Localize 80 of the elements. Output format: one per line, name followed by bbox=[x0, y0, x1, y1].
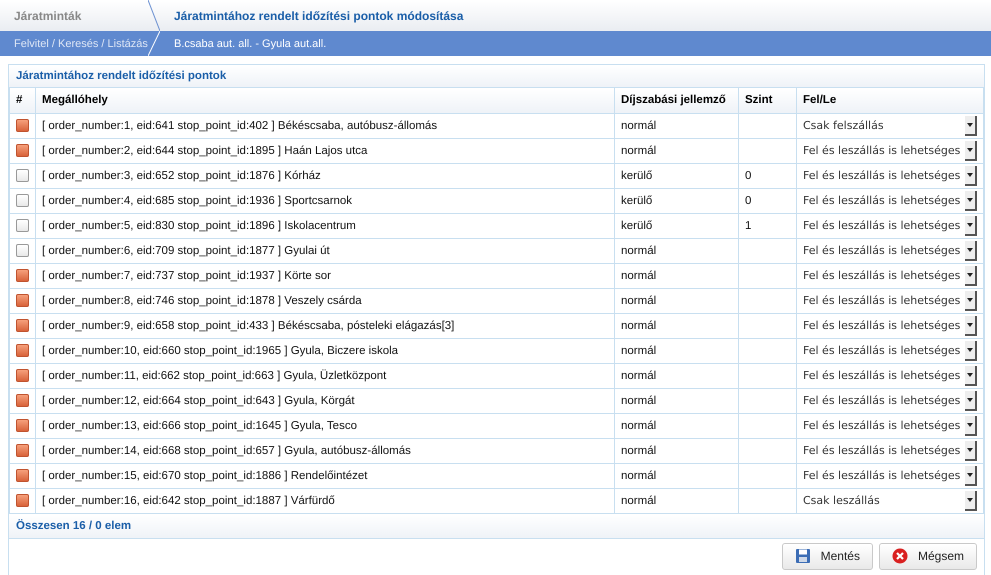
caret-icon bbox=[967, 222, 973, 226]
divider-line bbox=[148, 31, 160, 56]
caret-icon bbox=[967, 148, 973, 152]
table-cell: normál bbox=[614, 463, 738, 488]
column-header: Díjszabási jellemző bbox=[614, 88, 738, 113]
save-button[interactable]: Mentés bbox=[782, 542, 873, 570]
table-cell: 1 bbox=[738, 213, 796, 238]
caret-icon bbox=[967, 248, 973, 252]
caret-icon bbox=[967, 372, 973, 376]
table-cell: [ order_number:10, eid:660 stop_point_id:1965 ] Gyula, Biczere iskola bbox=[36, 338, 614, 363]
table-cell: normál bbox=[614, 488, 738, 513]
tab[interactable]: Járatmintához rendelt időzítési pontok módosítása bbox=[160, 0, 478, 31]
checkbox[interactable] bbox=[16, 294, 29, 307]
checkbox[interactable] bbox=[16, 319, 29, 332]
column-header: Szint bbox=[738, 88, 796, 113]
table-cell: 0 bbox=[738, 163, 796, 188]
table-cell: kerülő bbox=[614, 188, 738, 213]
checkbox[interactable] bbox=[16, 219, 29, 232]
checkbox[interactable] bbox=[16, 144, 29, 157]
table-cell: [ order_number:9, eid:658 stop_point_id:433 ] Békéscsaba, pósteleki elágazás[3] bbox=[36, 313, 614, 338]
table-cell: [ order_number:6, eid:709 stop_point_id:1877 ] Gyulai út bbox=[36, 238, 614, 263]
checkbox[interactable] bbox=[16, 469, 29, 482]
table-cell: [ order_number:2, eid:644 stop_point_id:1895 ] Haán Lajos utca bbox=[36, 138, 614, 163]
column-header: Megállóhely bbox=[36, 88, 614, 113]
table-cell: normál bbox=[614, 288, 738, 313]
caret-icon bbox=[967, 198, 973, 202]
summary-text: Összesen 16 / 0 elem bbox=[9, 514, 984, 538]
table-cell: normál bbox=[614, 388, 738, 413]
column-header: # bbox=[10, 88, 36, 113]
caret-icon bbox=[967, 172, 973, 176]
table-cell: [ order_number:12, eid:664 stop_point_id:643 ] Gyula, Körgát bbox=[36, 388, 614, 413]
caret-icon bbox=[967, 498, 973, 502]
table-cell: [ order_number:5, eid:830 stop_point_id:1896 ] Iskolacentrum bbox=[36, 213, 614, 238]
caret-icon bbox=[967, 472, 973, 476]
table-cell: [ order_number:4, eid:685 stop_point_id:1936 ] Sportcsarnok bbox=[36, 188, 614, 213]
checkbox[interactable] bbox=[16, 494, 29, 507]
table-cell: [ order_number:14, eid:668 stop_point_id:657 ] Gyula, autóbusz-állomás bbox=[36, 438, 614, 463]
table-cell: [ order_number:8, eid:746 stop_point_id:1878 ] Veszely csárda bbox=[36, 288, 614, 313]
checkbox[interactable] bbox=[16, 169, 29, 182]
column-header: Fel/Le bbox=[796, 88, 984, 113]
caret-icon bbox=[967, 298, 973, 302]
table-cell: 0 bbox=[738, 188, 796, 213]
checkbox[interactable] bbox=[16, 369, 29, 382]
close-icon bbox=[892, 548, 908, 564]
checkbox[interactable] bbox=[16, 194, 29, 207]
checkbox[interactable] bbox=[16, 244, 29, 257]
caret-icon bbox=[967, 398, 973, 402]
breadcrumb: B.csaba aut. all. - Gyula aut.all. bbox=[173, 38, 328, 50]
table-cell: [ order_number:11, eid:662 stop_point_id:663 ] Gyula, Üzletközpont bbox=[36, 363, 614, 388]
table-cell: [ order_number:3, eid:652 stop_point_id:1876 ] Kórház bbox=[36, 163, 614, 188]
table-cell: [ order_number:16, eid:642 stop_point_id:1887 ] Várfürdő bbox=[36, 488, 614, 513]
table-cell: [ order_number:13, eid:666 stop_point_id:1645 ] Gyula, Tesco bbox=[36, 413, 614, 438]
caret-icon bbox=[967, 448, 973, 452]
table-cell: normál bbox=[614, 238, 738, 263]
caret-icon bbox=[967, 122, 973, 126]
table-cell: normál bbox=[614, 338, 738, 363]
table-cell: normál bbox=[614, 313, 738, 338]
checkbox[interactable] bbox=[16, 344, 29, 357]
caret-icon bbox=[967, 422, 973, 426]
cancel-button[interactable]: Mégsem bbox=[878, 542, 977, 570]
checkbox[interactable] bbox=[16, 419, 29, 432]
table-cell: normál bbox=[614, 138, 738, 163]
table-cell: [ order_number:7, eid:737 stop_point_id:1937 ] Körte sor bbox=[36, 263, 614, 288]
checkbox[interactable] bbox=[16, 394, 29, 407]
table-cell: kerülő bbox=[614, 163, 738, 188]
caret-icon bbox=[967, 322, 973, 326]
save-icon bbox=[794, 548, 811, 564]
checkbox[interactable] bbox=[16, 444, 29, 457]
table-cell: kerülő bbox=[614, 213, 738, 238]
table-cell: normál bbox=[614, 438, 738, 463]
table-cell: [ order_number:15, eid:670 stop_point_id:1886 ] Rendelőintézet bbox=[36, 463, 614, 488]
caret-icon bbox=[967, 272, 973, 276]
table-cell: normál bbox=[614, 263, 738, 288]
caret-icon bbox=[967, 348, 973, 352]
table-cell: normál bbox=[614, 363, 738, 388]
checkbox[interactable] bbox=[16, 119, 29, 132]
table-cell: normál bbox=[614, 413, 738, 438]
table-cell: normál bbox=[614, 113, 738, 138]
table-cell: [ order_number:1, eid:641 stop_point_id:402 ] Békéscsaba, autóbusz-állomás bbox=[36, 113, 614, 138]
checkbox[interactable] bbox=[16, 269, 29, 282]
